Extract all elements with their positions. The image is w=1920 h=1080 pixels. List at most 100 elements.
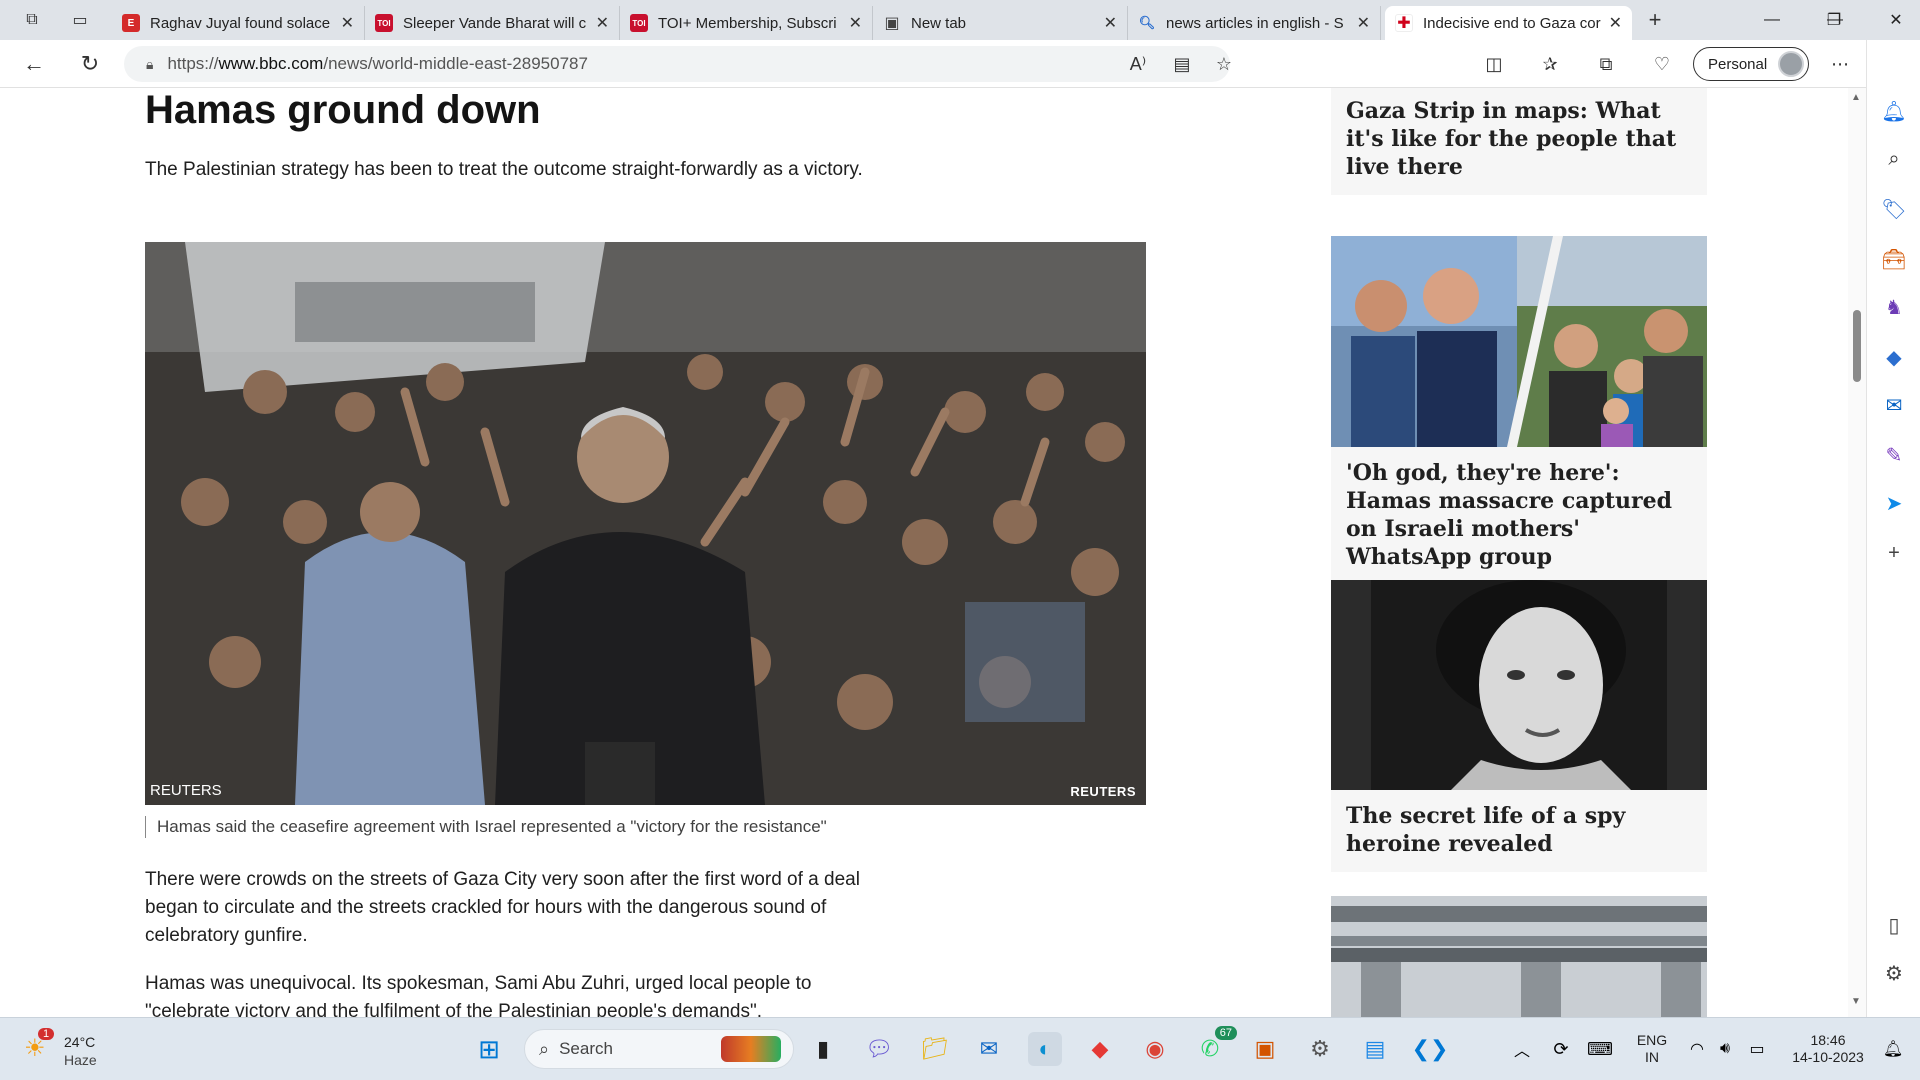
new-tab-button[interactable]: +	[1638, 4, 1672, 36]
tab-raghav[interactable]: E Raghav Juyal found solace ✕	[112, 6, 365, 40]
region-code: IN	[1645, 1049, 1659, 1065]
back-arrow-icon[interactable]: ←	[14, 46, 54, 82]
close-tab-icon[interactable]: ✕	[341, 13, 354, 33]
search-icon: 🔍︎	[1138, 15, 1156, 30]
show-hidden-icons-chevron-icon[interactable]: ︿	[1505, 1032, 1539, 1066]
add-icon[interactable]: +	[1879, 538, 1909, 568]
minimize-icon[interactable]: —	[1749, 0, 1795, 40]
taskbar-search[interactable]: ⌕ Search	[524, 1029, 794, 1069]
story-title[interactable]: The secret life of a spy heroine reveale…	[1331, 790, 1707, 872]
more-menu-icon[interactable]: ⋯	[1826, 50, 1854, 78]
edge-browser-icon[interactable]: ◐	[1028, 1032, 1062, 1066]
send-icon[interactable]: ➤	[1879, 488, 1909, 518]
tab-title: New tab	[911, 14, 967, 32]
close-window-icon[interactable]: ✕	[1873, 0, 1919, 40]
scroll-up-icon[interactable]: ▲	[1851, 92, 1861, 103]
favorite-star-icon[interactable]: ☆	[1210, 50, 1238, 78]
article-subheading: Hamas ground down	[145, 88, 541, 132]
scrollbar-thumb[interactable]	[1853, 310, 1861, 382]
app-diamond-icon[interactable]: ◆	[1083, 1032, 1117, 1066]
tab-vande-bharat[interactable]: TOI Sleeper Vande Bharat will c ✕	[365, 6, 620, 40]
workspaces-icon[interactable]: ⧉	[14, 4, 50, 36]
weather-widget[interactable]: ☀ 1 24°C Haze	[20, 1028, 110, 1072]
notification-bell-icon[interactable]: 🔔︎	[1876, 1032, 1910, 1066]
volume-icon[interactable]: 🔊︎	[1708, 1032, 1742, 1066]
bell-icon[interactable]: 🔔︎	[1879, 96, 1909, 126]
keyboard-icon[interactable]: ⌨	[1583, 1032, 1617, 1066]
refresh-icon[interactable]: ↻	[70, 46, 110, 82]
close-tab-icon[interactable]: ✕	[1357, 13, 1370, 33]
outlook-icon[interactable]: ✉	[1879, 390, 1909, 420]
favorites-icon[interactable]: ✰	[1536, 50, 1564, 78]
browser-essentials-icon[interactable]: ♡	[1648, 50, 1676, 78]
related-story-card[interactable]	[1331, 896, 1707, 1017]
tab-favicon: ▣	[884, 15, 900, 32]
tab-title: Raghav Juyal found solace	[150, 14, 331, 32]
close-tab-icon[interactable]: ✕	[1104, 13, 1117, 33]
family-photo-illustration	[1331, 236, 1707, 447]
page-content: Hamas ground down The Palestinian strate…	[0, 88, 1866, 1017]
collections-icon[interactable]: ⧉	[1592, 50, 1620, 78]
tab-title: TOI+ Membership, Subscri	[658, 14, 837, 32]
battery-icon[interactable]: ▭	[1740, 1032, 1774, 1066]
photo-credit: REUTERS	[150, 782, 222, 799]
address-bar[interactable]: 🔒︎ https://www.bbc.com/news/world-middle…	[124, 46, 1232, 82]
story-title[interactable]: Gaza Strip in maps: What it's like for t…	[1331, 88, 1707, 195]
page-scrollbar[interactable]: ▲ ▼	[1848, 88, 1866, 1017]
tab-search-news[interactable]: 🔍︎ news articles in english - S ✕	[1128, 6, 1381, 40]
close-tab-icon[interactable]: ✕	[849, 13, 862, 33]
notification-badge: 67	[1214, 1026, 1237, 1040]
split-screen-icon[interactable]: ◫	[1480, 50, 1508, 78]
tab-strip: ⧉ ▭ E Raghav Juyal found solace ✕ TOI Sl…	[0, 0, 1920, 40]
read-aloud-icon[interactable]: A⁾	[1124, 50, 1152, 78]
avatar	[1778, 51, 1804, 77]
shopping-tag-icon[interactable]: 🏷︎	[1879, 194, 1909, 224]
lock-icon[interactable]: 🔒︎	[146, 56, 153, 73]
vscode-icon[interactable]: ❮❯	[1412, 1032, 1449, 1066]
chat-icon[interactable]: 💬︎	[862, 1032, 896, 1066]
tab-favicon: TOI	[375, 14, 393, 32]
windows-start-icon[interactable]: ⊞	[472, 1032, 506, 1066]
designer-icon[interactable]: ✎	[1879, 440, 1909, 470]
language-indicator[interactable]: ENG IN	[1630, 1032, 1674, 1066]
mail-icon[interactable]: ✉	[972, 1032, 1006, 1066]
sync-icon[interactable]: ⟳	[1544, 1032, 1578, 1066]
tools-icon[interactable]: 🧰︎	[1879, 244, 1909, 274]
chrome-icon[interactable]: ◉	[1138, 1032, 1172, 1066]
search-icon[interactable]: ⌕	[1879, 144, 1909, 174]
related-story-card[interactable]: 'Oh god, they're here': Hamas massacre c…	[1331, 236, 1707, 585]
close-tab-icon[interactable]: ✕	[1609, 13, 1622, 33]
notepad-icon[interactable]: ▤	[1358, 1032, 1392, 1066]
office-app-icon[interactable]: ▣	[1248, 1032, 1282, 1066]
microsoft-365-icon[interactable]: ◆	[1879, 342, 1909, 372]
settings-gear-icon[interactable]: ⚙	[1879, 958, 1909, 988]
tab-toi-membership[interactable]: TOI TOI+ Membership, Subscri ✕	[620, 6, 873, 40]
tab-actions-icon[interactable]: ▭	[62, 4, 98, 36]
restore-icon[interactable]: ❐	[1811, 0, 1857, 40]
whatsapp-icon[interactable]: ✆ 67	[1193, 1026, 1237, 1066]
tab-gaza-article[interactable]: ✚ Indecisive end to Gaza cor ✕	[1385, 6, 1632, 40]
search-placeholder: Search	[559, 1039, 613, 1058]
related-story-card[interactable]: Gaza Strip in maps: What it's like for t…	[1331, 88, 1707, 195]
task-view-icon[interactable]: ▮	[806, 1032, 840, 1066]
tab-title: Sleeper Vande Bharat will c	[403, 14, 587, 32]
sidebar-toggle-icon[interactable]: ▯	[1879, 910, 1909, 940]
scroll-down-icon[interactable]: ▼	[1851, 996, 1861, 1007]
story-thumbnail	[1331, 236, 1707, 447]
reader-mode-icon[interactable]: ▤	[1168, 50, 1196, 78]
search-highlight-icon	[721, 1036, 781, 1062]
photo-watermark: REUTERS	[1070, 784, 1136, 799]
related-story-card[interactable]: The secret life of a spy heroine reveale…	[1331, 580, 1707, 872]
edge-sidebar: 🔔︎ ⌕ 🏷︎ 🧰︎ ♞ ◆ ✉ ✎ ➤ + ▯ ⚙	[1866, 40, 1920, 1017]
games-icon[interactable]: ♞	[1879, 292, 1909, 322]
search-icon: ⌕	[539, 1038, 550, 1059]
clock-time: 18:46	[1810, 1032, 1846, 1048]
story-title[interactable]: 'Oh god, they're here': Hamas massacre c…	[1331, 447, 1707, 585]
settings-gear-icon[interactable]: ⚙	[1303, 1032, 1337, 1066]
tab-new-tab[interactable]: ▣ New tab ✕	[873, 6, 1128, 40]
file-explorer-icon[interactable]: 📁︎	[918, 1032, 952, 1066]
close-tab-icon[interactable]: ✕	[596, 13, 609, 33]
profile-button[interactable]: Personal	[1693, 47, 1809, 81]
clock[interactable]: 18:46 14-10-2023	[1780, 1032, 1876, 1066]
profile-label: Personal	[1708, 55, 1768, 73]
